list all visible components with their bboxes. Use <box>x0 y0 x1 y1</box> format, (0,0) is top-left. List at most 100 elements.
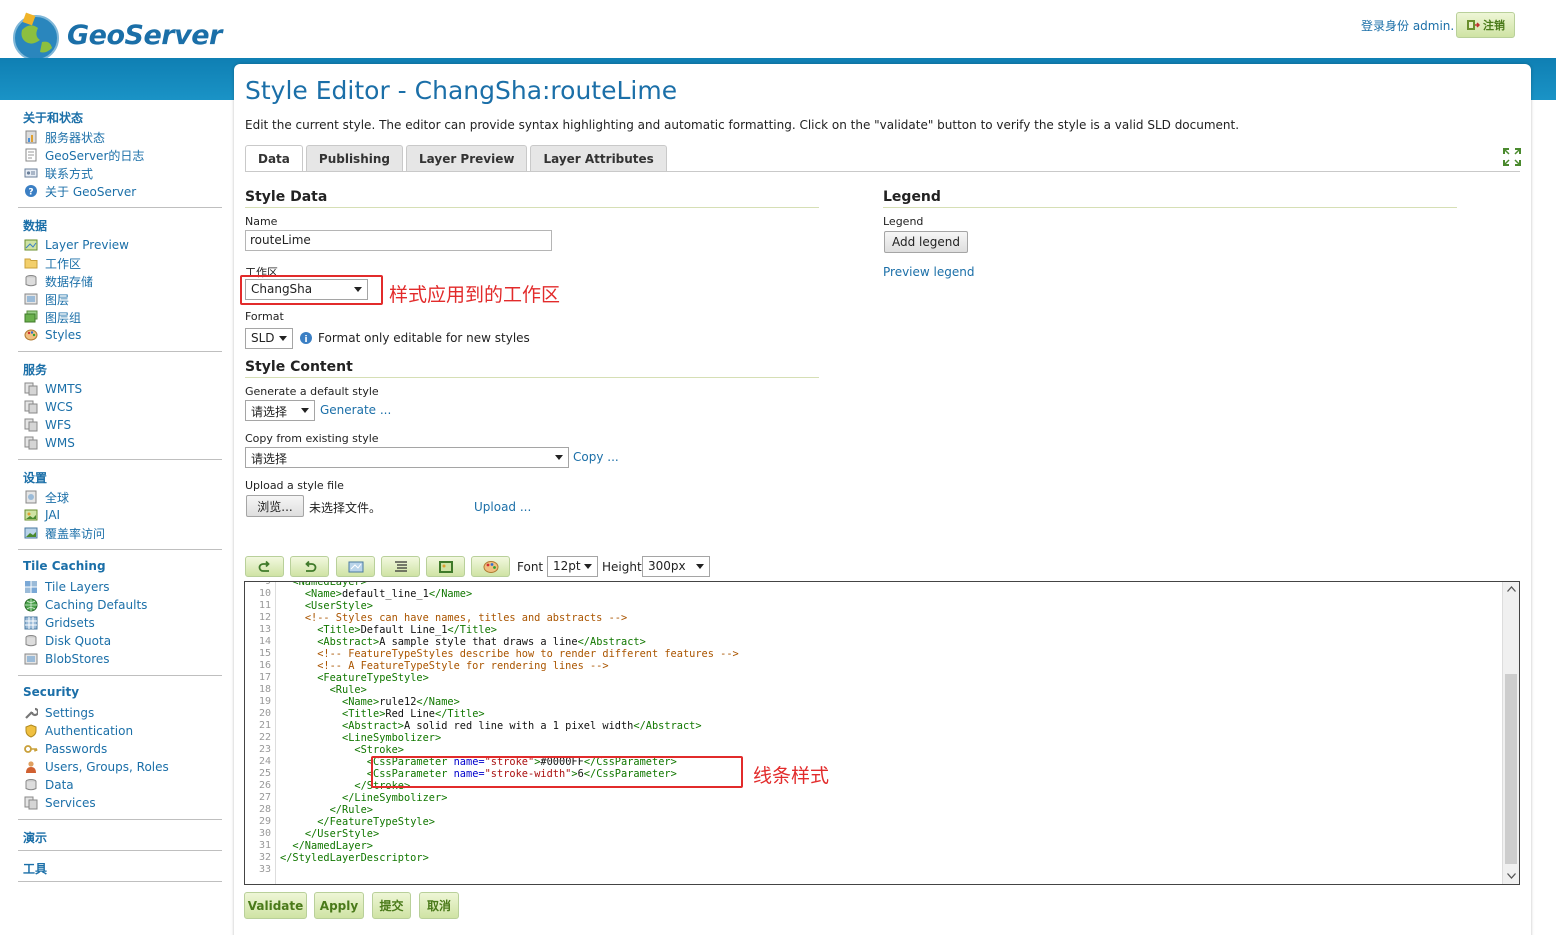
scroll-down-icon[interactable] <box>1507 873 1516 879</box>
font-size-select[interactable]: 12pt <box>547 556 598 577</box>
line-number: 16 <box>258 660 271 671</box>
generate-link[interactable]: Generate ... <box>320 403 391 417</box>
sidebar-item-global[interactable]: 全球 <box>18 488 222 506</box>
datastore-icon <box>25 275 37 287</box>
sidebar-item-datastores[interactable]: 数据存储 <box>18 272 222 290</box>
sidebar-item-passwords[interactable]: Passwords <box>18 740 222 758</box>
code-line[interactable]: <!-- FeatureTypeStyles describe how to r… <box>280 648 739 660</box>
geoserver-logo-icon[interactable] <box>10 12 62 64</box>
code-line[interactable]: <!-- A FeatureTypeStyle for rendering li… <box>280 660 608 672</box>
folder-icon <box>24 258 38 269</box>
code-line[interactable]: <Rule> <box>280 684 367 696</box>
format-select[interactable]: SLD <box>245 328 293 349</box>
sidebar-item-authentication[interactable]: Authentication <box>18 722 222 740</box>
sidebar-item-label: 数据存储 <box>45 274 94 289</box>
tab-data[interactable]: Data <box>245 145 303 171</box>
apply-button[interactable]: Apply <box>314 892 364 919</box>
sidebar-item-blobstores[interactable]: BlobStores <box>18 650 222 668</box>
sidebar-item-tile-layers[interactable]: Tile Layers <box>18 578 222 596</box>
undo-button[interactable] <box>245 556 284 577</box>
sidebar-item-workspaces[interactable]: 工作区 <box>18 254 222 272</box>
goto-line-button[interactable] <box>336 556 375 577</box>
code-line[interactable]: </StyledLayerDescriptor> <box>280 852 429 864</box>
tab-publishing[interactable]: Publishing <box>305 145 403 171</box>
copy-select[interactable]: 请选择 <box>245 447 569 468</box>
sidebar-item-wfs[interactable]: WFS <box>18 416 222 434</box>
validate-button[interactable]: Validate <box>244 892 307 919</box>
sidebar-item-about[interactable]: ? 关于 GeoServer <box>18 182 222 200</box>
color-picker-button[interactable] <box>471 556 510 577</box>
code-line[interactable]: </LineSymbolizer> <box>280 792 447 804</box>
code-line[interactable]: </NamedLayer> <box>280 840 373 852</box>
generate-select[interactable]: 请选择 <box>245 400 315 421</box>
code-line[interactable]: <UserStyle> <box>280 600 373 612</box>
sidebar-section-about: 关于和状态 <box>23 111 84 125</box>
sidebar-item-label: Passwords <box>45 742 108 756</box>
sidebar-section-demos[interactable]: 演示 <box>23 829 222 845</box>
code-line[interactable]: <Title>Red Line</Title> <box>280 708 485 720</box>
copy-link[interactable]: Copy ... <box>573 450 619 464</box>
code-line[interactable]: <Name>rule12</Name> <box>280 696 460 708</box>
tab-layer-preview[interactable]: Layer Preview <box>406 145 528 171</box>
format-label: Format <box>245 310 284 323</box>
sidebar-item-contact[interactable]: 联系方式 <box>18 164 222 182</box>
grid-icon <box>24 616 38 630</box>
sidebar-item-users-groups-roles[interactable]: Users, Groups, Roles <box>18 758 222 776</box>
sidebar-item-layer-groups[interactable]: 图层组 <box>18 308 222 326</box>
cancel-button[interactable]: 取消 <box>419 892 459 919</box>
scrollbar-thumb[interactable] <box>1505 674 1517 864</box>
sidebar-item-styles[interactable]: Styles <box>18 326 222 344</box>
browse-button[interactable]: 浏览... <box>246 495 304 517</box>
logo-text[interactable]: GeoServer <box>67 20 222 51</box>
insert-image-button[interactable] <box>426 556 465 577</box>
sidebar-item-gridsets[interactable]: Gridsets <box>18 614 222 632</box>
add-legend-button[interactable]: Add legend <box>884 231 968 253</box>
sidebar-item-disk-quota[interactable]: Disk Quota <box>18 632 222 650</box>
workspace-annotation: 样式应用到的工作区 <box>389 284 561 306</box>
code-line[interactable]: <Abstract>A solid red line with a 1 pixe… <box>280 720 702 732</box>
code-line[interactable]: <Abstract>A sample style that draws a li… <box>280 636 646 648</box>
line-number: 15 <box>258 648 271 659</box>
sidebar-item-security-settings[interactable]: Settings <box>18 704 222 722</box>
sidebar-item-wcs[interactable]: WCS <box>18 398 222 416</box>
redo-button[interactable] <box>290 556 329 577</box>
sidebar-item-layers[interactable]: 图层 <box>18 290 222 308</box>
sidebar-divider <box>18 351 222 352</box>
code-line[interactable]: <!-- Styles can have names, titles and a… <box>280 612 627 624</box>
upload-link[interactable]: Upload ... <box>474 500 531 514</box>
code-line[interactable]: <NamedLayer> <box>280 582 366 588</box>
code-line[interactable]: <Stroke> <box>280 744 404 756</box>
name-input[interactable]: routeLime <box>245 230 552 251</box>
sidebar-item-coverage-access[interactable]: 覆盖率访问 <box>18 524 222 542</box>
sidebar-section-tools[interactable]: 工具 <box>23 860 222 876</box>
code-line[interactable]: </UserStyle> <box>280 828 379 840</box>
sidebar-item-wmts[interactable]: WMTS <box>18 380 222 398</box>
sidebar-item-jai[interactable]: JAI <box>18 506 222 524</box>
code-line[interactable]: <Name>default_line_1</Name> <box>280 588 472 600</box>
font-label: Font <box>517 560 544 574</box>
submit-button[interactable]: 提交 <box>372 892 411 919</box>
code-line[interactable]: <LineSymbolizer> <box>280 732 441 744</box>
tab-layer-attributes[interactable]: Layer Attributes <box>530 145 667 171</box>
preview-legend-link[interactable]: Preview legend <box>883 265 974 279</box>
sidebar-item-data-security[interactable]: Data <box>18 776 222 794</box>
fullscreen-icon[interactable] <box>1503 148 1521 166</box>
sidebar-item-log[interactable]: GeoServer的日志 <box>18 146 222 164</box>
sidebar-item-label: Settings <box>45 706 95 720</box>
code-line[interactable]: <Title>Default Line_1</Title> <box>280 624 497 636</box>
scroll-up-icon[interactable] <box>1507 586 1516 592</box>
code-line[interactable]: </FeatureTypeStyle> <box>280 816 435 828</box>
sidebar-item-wms[interactable]: WMS <box>18 434 222 452</box>
reformat-button[interactable] <box>381 556 420 577</box>
sidebar-item-server-status[interactable]: 服务器状态 <box>18 128 222 146</box>
palette-icon <box>24 329 38 341</box>
code-line[interactable]: <FeatureTypeStyle> <box>280 672 429 684</box>
sidebar-item-layer-preview[interactable]: Layer Preview <box>18 236 222 254</box>
height-select[interactable]: 300px <box>642 556 710 577</box>
logout-button[interactable]: 注销 <box>1456 12 1515 38</box>
code-line[interactable]: </Rule> <box>280 804 373 816</box>
code-editor[interactable]: 9 10 11 12 13 14 15 16 17 18 19 20 21 22 23 24 25 26 27 28 2… <box>244 581 1520 885</box>
vertical-scrollbar[interactable] <box>1502 582 1519 884</box>
sidebar-item-caching-defaults[interactable]: Caching Defaults <box>18 596 222 614</box>
sidebar-item-service-security[interactable]: Services <box>18 794 222 812</box>
